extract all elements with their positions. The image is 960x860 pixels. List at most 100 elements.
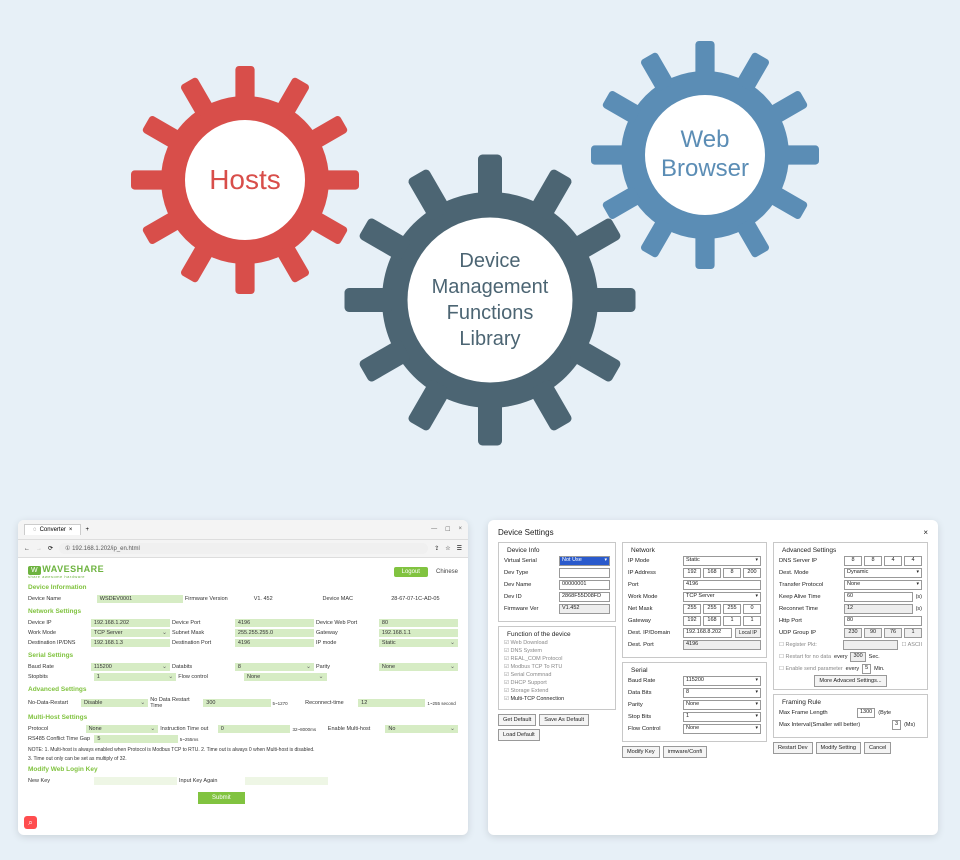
gear-hosts-label: Hosts: [209, 164, 281, 196]
http-port-input[interactable]: 80: [844, 616, 922, 626]
netmask-input[interactable]: 2552552550: [683, 604, 761, 614]
gateway-input[interactable]: 192.168.1.1: [379, 629, 458, 637]
new-key-input[interactable]: [94, 777, 177, 785]
dev-id-input[interactable]: 2868F55D08FD: [559, 592, 610, 602]
dest-port-input[interactable]: 4196: [235, 639, 314, 647]
dns-input[interactable]: 8844: [844, 556, 922, 566]
baud-select[interactable]: 115200: [91, 663, 170, 671]
ipmode-select[interactable]: Static: [683, 556, 761, 566]
device-ip-input[interactable]: 192.168.1.202: [91, 619, 170, 627]
max-interval-input[interactable]: 3: [892, 720, 901, 730]
databits-select[interactable]: 8: [683, 688, 761, 698]
label: Data Bits: [628, 690, 680, 696]
close-tab-icon[interactable]: ×: [69, 527, 73, 533]
stopbits-select[interactable]: 1: [94, 673, 177, 681]
profile-icon[interactable]: ☰: [457, 545, 462, 552]
forward-icon[interactable]: →: [36, 546, 42, 552]
func-check[interactable]: Modbus TCP To RTU: [504, 664, 610, 670]
func-check[interactable]: Serial Commnad: [504, 672, 610, 678]
label: Instruction Time out: [160, 726, 216, 732]
func-check[interactable]: DHCP Support: [504, 680, 610, 686]
baud-select[interactable]: 115200: [683, 676, 761, 686]
port-input[interactable]: 4196: [683, 580, 761, 590]
work-mode-select[interactable]: TCP Server: [683, 592, 761, 602]
subnet-input[interactable]: 255.255.255.0: [235, 629, 314, 637]
reload-icon[interactable]: ⟳: [48, 545, 53, 552]
max-frame-input[interactable]: 1300: [857, 708, 875, 718]
func-check[interactable]: DNS System: [504, 648, 610, 654]
load-default-button[interactable]: Load Default: [498, 729, 540, 741]
protocol-select[interactable]: None: [86, 725, 159, 733]
virtual-serial-select[interactable]: Not Use: [559, 556, 610, 566]
firmware-button[interactable]: irmware/Confi: [663, 746, 708, 758]
label: Port: [628, 582, 680, 588]
more-advanced-button[interactable]: More Advaced Settings...: [814, 675, 886, 687]
maximize-icon[interactable]: ☐: [445, 526, 450, 533]
language-link[interactable]: Chinese: [436, 569, 458, 575]
flow-select[interactable]: None: [683, 724, 761, 734]
reconnect-input[interactable]: 12: [358, 699, 425, 707]
range-hint: 5~1270: [273, 701, 304, 706]
udp-group-input[interactable]: 23090761: [844, 628, 922, 638]
web-port-input[interactable]: 80: [379, 619, 458, 627]
url-input[interactable]: ① 192.168.1.202/ip_en.html: [59, 543, 428, 554]
nodata-select[interactable]: Disable: [81, 699, 148, 707]
dev-name-input[interactable]: 00000001: [559, 580, 610, 590]
browser-tab[interactable]: ◌ Converter ×: [24, 524, 81, 535]
enable-multihost-select[interactable]: No: [385, 725, 458, 733]
minimize-icon[interactable]: —: [431, 526, 437, 533]
nodata-time-input[interactable]: 300: [203, 699, 270, 707]
restart-nodata-check[interactable]: Restart for no data: [779, 654, 831, 660]
label: New Key: [28, 778, 92, 784]
send-interval-input[interactable]: 5: [862, 664, 871, 674]
device-name-value[interactable]: WSDEV0001: [97, 595, 183, 603]
databits-select[interactable]: 8: [235, 663, 314, 671]
func-check[interactable]: REAL_COM Protocol: [504, 656, 610, 662]
dest-ip-input[interactable]: 192.168.1.3: [91, 639, 170, 647]
stopbits-select[interactable]: 1: [683, 712, 761, 722]
range-hint: 5~255ms: [180, 737, 199, 742]
conflict-input[interactable]: 5: [94, 735, 177, 743]
device-port-input[interactable]: 4196: [235, 619, 314, 627]
dest-mode-select[interactable]: Dynamic: [844, 568, 922, 578]
submit-button[interactable]: Submit: [198, 792, 245, 804]
func-check[interactable]: Storage Extend: [504, 688, 610, 694]
magnify-icon[interactable]: ⌕: [24, 816, 37, 829]
dev-type-input[interactable]: [559, 568, 610, 578]
save-default-button[interactable]: Save As Default: [539, 714, 589, 726]
ascii-check[interactable]: ASCII: [901, 642, 922, 648]
label: Flow control: [178, 674, 242, 680]
close-icon[interactable]: ×: [923, 528, 928, 537]
back-icon[interactable]: ←: [24, 546, 30, 552]
close-icon[interactable]: ×: [458, 526, 462, 533]
star-icon[interactable]: ☆: [445, 545, 450, 552]
new-tab-icon[interactable]: +: [85, 527, 89, 533]
logout-button[interactable]: Logout: [394, 567, 428, 577]
advanced-group: Advanced Settings DNS Server IP8844 Dest…: [773, 542, 928, 690]
label: No Data Restart Time: [150, 697, 201, 709]
label: Baud Rate: [28, 664, 89, 670]
modify-key-button[interactable]: Modify Key: [622, 746, 660, 758]
key-again-input[interactable]: [245, 777, 328, 785]
enable-send-check[interactable]: Enable send parameter: [779, 666, 843, 672]
register-pkt-check[interactable]: Register Pkt:: [779, 642, 840, 648]
ip-address-input[interactable]: 1921688200: [683, 568, 761, 578]
timeout-input[interactable]: 0: [218, 725, 291, 733]
ip-mode-select[interactable]: Static: [379, 639, 458, 647]
get-default-button[interactable]: Get Default: [498, 714, 536, 726]
gateway-input[interactable]: 19216811: [683, 616, 761, 626]
share-icon[interactable]: ⇪: [434, 545, 439, 552]
modify-setting-button[interactable]: Modify Setting: [816, 742, 861, 754]
flow-select[interactable]: None: [244, 673, 327, 681]
transfer-proto-select[interactable]: None: [844, 580, 922, 590]
restart-dev-button[interactable]: Restart Dev: [773, 742, 813, 754]
func-check[interactable]: Multi-TCP Connection: [504, 696, 610, 702]
dest-ip-input[interactable]: 192.168.8.202: [683, 628, 732, 638]
local-ip-button[interactable]: Local IP: [735, 628, 761, 638]
keepalive-input[interactable]: 60: [844, 592, 913, 602]
parity-select[interactable]: None: [683, 700, 761, 710]
cancel-button[interactable]: Cancel: [864, 742, 891, 754]
work-mode-select[interactable]: TCP Server: [91, 629, 170, 637]
parity-select[interactable]: None: [379, 663, 458, 671]
func-check[interactable]: Web Download: [504, 640, 610, 646]
